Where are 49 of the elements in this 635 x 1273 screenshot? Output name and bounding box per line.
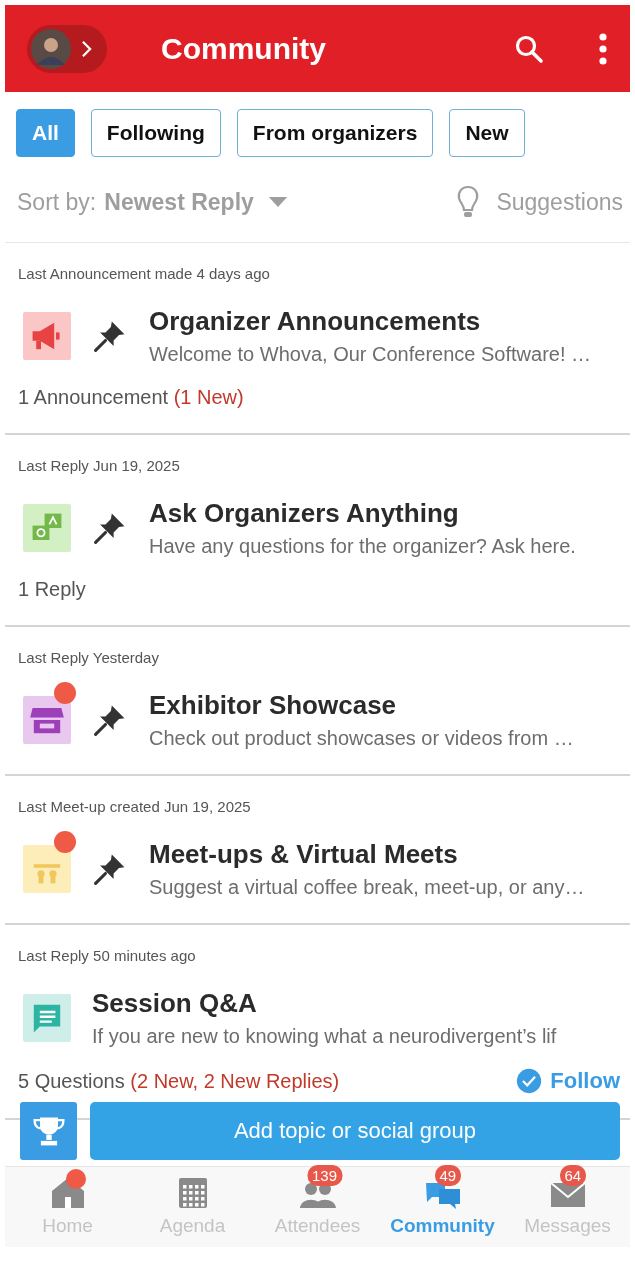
topic-meta: Last Reply Yesterday [18, 649, 160, 666]
filter-tab[interactable]: All [16, 109, 75, 157]
topic-meta: Last Reply Jun 19, 2025 [18, 457, 181, 474]
follow-button[interactable]: Follow [516, 1068, 620, 1094]
chevron-icon [81, 39, 92, 58]
caret-icon [267, 196, 288, 208]
search-icon[interactable] [514, 33, 544, 64]
check-icon [516, 1068, 543, 1094]
topic-description: Welcome to Whova, Our Conference Software! … [149, 343, 592, 366]
topic-count: 1 Reply [18, 578, 86, 601]
screen-title: Community [161, 31, 327, 66]
filter-tab[interactable]: Following [90, 109, 221, 157]
profile-button[interactable] [27, 24, 107, 73]
avatar-icon [31, 28, 71, 69]
topic-title: Exhibitor Showcase [149, 690, 398, 721]
topic-meta: Last Reply 50 minutes ago [18, 947, 197, 964]
topic-icon [23, 994, 71, 1042]
topic-meta: Last Announcement made 4 days ago [18, 265, 271, 282]
topic-icon [23, 845, 71, 893]
topic-icon [23, 696, 71, 744]
nav-tab[interactable]: 49 Community [380, 1167, 505, 1247]
unread-dot [54, 682, 76, 704]
topic-description: Suggest a virtual coffee break, meet-up, or any… [149, 876, 585, 899]
sort-dropdown[interactable]: Newest Reply [96, 188, 288, 216]
topic-title: Session Q&A [92, 988, 258, 1019]
filter-tab[interactable]: From organizers [236, 109, 434, 157]
notification-dot [65, 1169, 86, 1189]
count-badge: 49 [434, 1165, 462, 1186]
sort-label: Sort by: [17, 188, 97, 216]
topic-description: If you are new to knowing what a neurodivergent’s lif [92, 1025, 557, 1048]
leaderboard-button[interactable] [20, 1102, 77, 1160]
count-badge: 64 [559, 1165, 587, 1186]
topic-description: Check out product showcases or videos from … [149, 727, 574, 750]
topic-title: Organizer Announcements [149, 306, 482, 337]
unread-dot [54, 831, 76, 853]
topic-title: Meet-ups & Virtual Meets [149, 839, 459, 870]
topic-count: 5 Questions (2 New, 2 New Replies) [18, 1069, 340, 1093]
suggestions-button[interactable]: Suggestions [456, 185, 623, 219]
topic-count: 1 Announcement (1 New) [18, 386, 244, 409]
more-options-icon[interactable] [598, 32, 608, 65]
topic-description: Have any questions for the organizer? Ask here. [149, 535, 576, 558]
topic-icon [23, 504, 71, 552]
topic-meta: Last Meet-up created Jun 19, 2025 [18, 798, 252, 815]
topic-icon [23, 312, 71, 360]
add-topic-button[interactable]: Add topic or social group [90, 1102, 620, 1160]
count-badge: 139 [307, 1165, 342, 1186]
filter-tab[interactable]: New [449, 109, 525, 157]
lightbulb-icon [456, 185, 481, 219]
topic-title: Ask Organizers Anything [149, 498, 460, 529]
